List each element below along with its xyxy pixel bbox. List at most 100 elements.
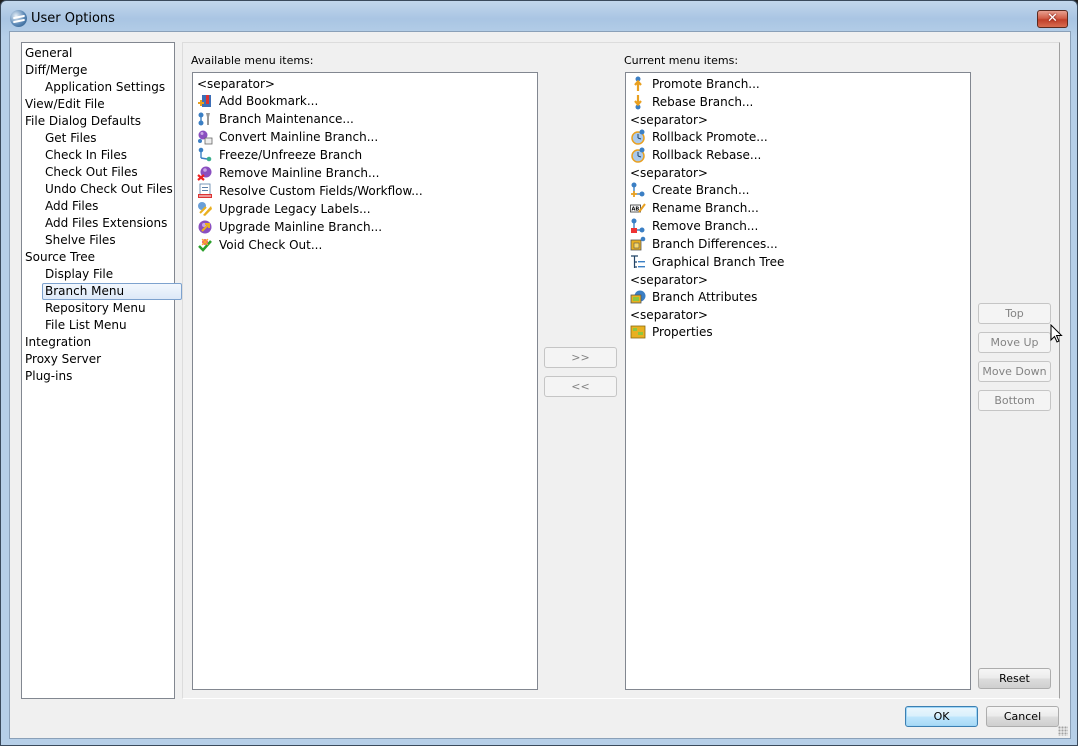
tree-item-plug-ins[interactable]: Plug-ins — [22, 368, 174, 385]
rename-branch-icon: AB — [630, 200, 646, 216]
tree-item-add-files[interactable]: Add Files — [22, 198, 174, 215]
tree-item-label: File Dialog Defaults — [25, 114, 142, 128]
list-item[interactable]: Void Check Out... — [193, 236, 537, 254]
list-item-label: Rollback Promote... — [652, 130, 768, 144]
list-item[interactable]: Remove Mainline Branch... — [193, 164, 537, 182]
close-button[interactable]: ✕ — [1037, 10, 1068, 28]
separator-item[interactable]: <separator> — [193, 75, 537, 92]
list-item-label: Rename Branch... — [652, 201, 759, 215]
list-item[interactable]: Promote Branch... — [626, 75, 970, 93]
list-item[interactable]: Graphical Branch Tree — [626, 253, 970, 271]
list-item[interactable]: Freeze/Unfreeze Branch — [193, 146, 537, 164]
resolve-fields-icon — [197, 183, 213, 199]
list-item-label: Remove Branch... — [652, 219, 759, 233]
tree-item-check-out-files[interactable]: Check Out Files — [22, 164, 174, 181]
cancel-button[interactable]: Cancel — [986, 706, 1059, 727]
list-item-label: Add Bookmark... — [219, 94, 319, 108]
tree-item-label: Get Files — [45, 131, 97, 145]
tree-item-label: Add Files Extensions — [45, 216, 168, 230]
list-item[interactable]: Branch Maintenance... — [193, 110, 537, 128]
tree-item-label: Shelve Files — [45, 233, 116, 247]
current-items-label: Current menu items: — [624, 54, 739, 67]
tree-item-label: Branch Menu — [42, 283, 183, 300]
options-category-tree[interactable]: General Diff/Merge Application Settings Vie… — [21, 42, 183, 699]
tree-item-general[interactable]: General — [22, 45, 174, 62]
ok-button[interactable]: OK — [905, 706, 978, 727]
list-item-label: Rebase Branch... — [652, 95, 754, 109]
tree-item-label: Integration — [25, 335, 92, 349]
list-item[interactable]: Resolve Custom Fields/Workflow... — [193, 182, 537, 200]
list-item-label: Remove Mainline Branch... — [219, 166, 380, 180]
list-item[interactable]: Upgrade Legacy Labels... — [193, 200, 537, 218]
tree-item-file-list-menu[interactable]: File List Menu — [22, 317, 174, 334]
tree-item-branch-menu[interactable]: Branch Menu — [22, 283, 183, 300]
tree-item-view-edit-file[interactable]: View/Edit File — [22, 96, 174, 113]
user-options-window: User Options ✕ General Diff/Merge Applicat… — [0, 0, 1078, 746]
list-item-label: <separator> — [630, 272, 708, 287]
separator-item[interactable]: <separator> — [626, 164, 970, 181]
list-item-label: Rollback Rebase... — [652, 148, 762, 162]
tree-item-label: Add Files — [45, 199, 99, 213]
list-item-label: Void Check Out... — [219, 238, 323, 252]
window-title: User Options — [31, 11, 115, 26]
upgrade-mainline-icon — [197, 219, 213, 235]
rebase-branch-icon — [630, 94, 646, 110]
list-item[interactable]: Add Bookmark... — [193, 92, 537, 110]
tree-item-undo-check-out-files[interactable]: Undo Check Out Files — [22, 181, 174, 198]
remove-item-button[interactable]: << — [544, 376, 617, 397]
tree-item-shelve-files[interactable]: Shelve Files — [22, 232, 174, 249]
list-item-label: <separator> — [630, 307, 708, 322]
mouse-cursor-icon — [1050, 324, 1063, 343]
tree-item-file-dialog-defaults[interactable]: File Dialog Defaults — [22, 113, 174, 130]
move-bottom-button[interactable]: Bottom — [978, 390, 1051, 411]
list-item-label: Branch Attributes — [652, 290, 758, 304]
tree-item-integration[interactable]: Integration — [22, 334, 174, 351]
separator-item[interactable]: <separator> — [626, 306, 970, 323]
convert-mainline-icon — [197, 129, 213, 145]
tree-item-label: Display File — [45, 267, 114, 281]
list-item[interactable]: Rollback Promote... — [626, 128, 970, 146]
list-item-label: <separator> — [630, 112, 708, 127]
available-items-list[interactable]: <separator> Add Bookmark... Branch Mainten… — [192, 72, 538, 690]
add-item-button[interactable]: >> — [544, 347, 617, 368]
list-item[interactable]: Rebase Branch... — [626, 93, 970, 111]
list-item[interactable]: Rollback Rebase... — [626, 146, 970, 164]
remove-branch-icon — [630, 218, 646, 234]
move-top-button[interactable]: Top — [978, 303, 1051, 324]
move-up-button[interactable]: Move Up — [978, 332, 1051, 353]
tree-item-proxy-server[interactable]: Proxy Server — [22, 351, 174, 368]
upgrade-labels-icon — [197, 201, 213, 217]
tree-item-label: Undo Check Out Files — [45, 182, 173, 196]
tree-item-application-settings[interactable]: Application Settings — [22, 79, 174, 96]
tree-item-display-file[interactable]: Display File — [22, 266, 174, 283]
tree-item-source-tree[interactable]: Source Tree — [22, 249, 174, 266]
separator-item[interactable]: <separator> — [626, 271, 970, 288]
list-item-label: Upgrade Mainline Branch... — [219, 220, 383, 234]
tree-item-check-in-files[interactable]: Check In Files — [22, 147, 174, 164]
tree-item-get-files[interactable]: Get Files — [22, 130, 174, 147]
list-item-label: Branch Differences... — [652, 237, 778, 251]
list-item-label: Graphical Branch Tree — [652, 255, 785, 269]
list-item[interactable]: Convert Mainline Branch... — [193, 128, 537, 146]
tree-item-label: File List Menu — [45, 318, 127, 332]
resize-grip[interactable] — [1058, 726, 1068, 736]
tree-item-label: Proxy Server — [25, 352, 102, 366]
current-items-list[interactable]: Promote Branch... Rebase Branch... <separa… — [625, 72, 971, 690]
list-item[interactable]: Create Branch... — [626, 181, 970, 199]
list-item[interactable]: Branch Attributes — [626, 288, 970, 306]
tree-item-diff-merge[interactable]: Diff/Merge — [22, 62, 174, 79]
list-item[interactable]: Properties — [626, 323, 970, 341]
list-item[interactable]: Upgrade Mainline Branch... — [193, 218, 537, 236]
list-item[interactable]: Branch Differences... — [626, 235, 970, 253]
move-down-button[interactable]: Move Down — [978, 361, 1051, 382]
list-item-label: Properties — [652, 325, 713, 339]
list-item[interactable]: Remove Branch... — [626, 217, 970, 235]
tree-item-add-files-extensions[interactable]: Add Files Extensions — [22, 215, 174, 232]
list-item-label: Convert Mainline Branch... — [219, 130, 379, 144]
list-item[interactable]: AB Rename Branch... — [626, 199, 970, 217]
branch-maintenance-icon — [197, 111, 213, 127]
separator-item[interactable]: <separator> — [626, 111, 970, 128]
dialog-client: General Diff/Merge Application Settings Vie… — [9, 31, 1071, 739]
reset-button[interactable]: Reset — [978, 668, 1051, 689]
tree-item-repository-menu[interactable]: Repository Menu — [22, 300, 174, 317]
